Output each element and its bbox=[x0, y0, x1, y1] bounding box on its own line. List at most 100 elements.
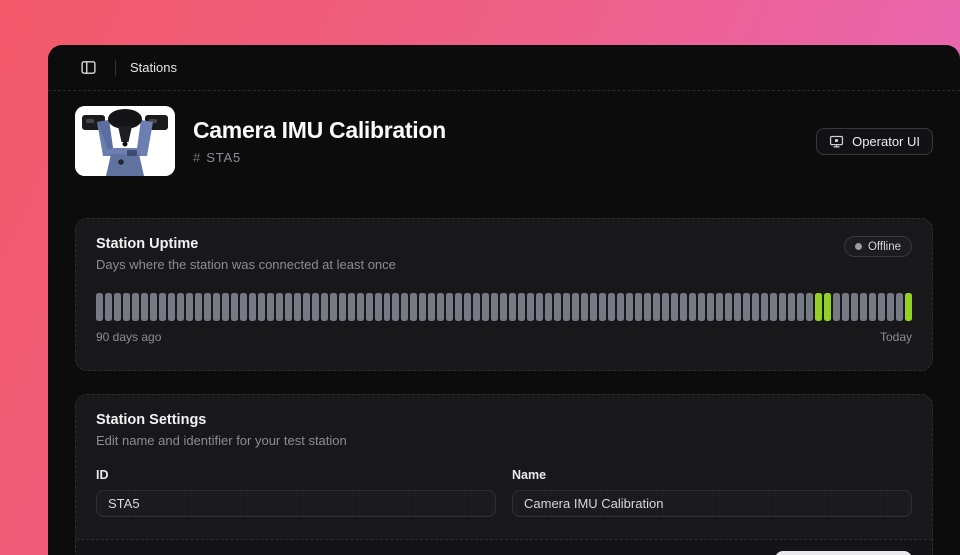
uptime-day-bar bbox=[276, 293, 283, 321]
settings-card-footer: Display information only. Stations are i… bbox=[76, 539, 932, 555]
page-header: Camera IMU Calibration # STA5 Operator U… bbox=[48, 91, 960, 176]
sidebar-toggle-button[interactable] bbox=[75, 55, 101, 81]
id-field[interactable] bbox=[96, 490, 496, 517]
status-label: Offline bbox=[868, 241, 901, 253]
name-field-label: Name bbox=[512, 468, 912, 482]
uptime-day-bar bbox=[375, 293, 382, 321]
uptime-day-bar bbox=[563, 293, 570, 321]
uptime-day-bar bbox=[249, 293, 256, 321]
uptime-axis-labels: 90 days ago Today bbox=[96, 330, 912, 370]
station-photo bbox=[75, 106, 175, 176]
uptime-day-bar bbox=[195, 293, 202, 321]
uptime-day-bar bbox=[384, 293, 391, 321]
uptime-day-bar bbox=[240, 293, 247, 321]
uptime-day-bar bbox=[608, 293, 615, 321]
uptime-day-bar bbox=[590, 293, 597, 321]
uptime-day-bar bbox=[204, 293, 211, 321]
uptime-day-bar bbox=[357, 293, 364, 321]
uptime-day-bar bbox=[851, 293, 858, 321]
uptime-day-bar bbox=[186, 293, 193, 321]
uptime-day-bar bbox=[653, 293, 660, 321]
uptime-day-bar bbox=[123, 293, 130, 321]
uptime-day-bar bbox=[392, 293, 399, 321]
uptime-day-bar bbox=[401, 293, 408, 321]
uptime-day-bar bbox=[518, 293, 525, 321]
hash-icon: # bbox=[193, 150, 200, 165]
uptime-day-bar bbox=[222, 293, 229, 321]
uptime-day-bar bbox=[716, 293, 723, 321]
uptime-day-bar bbox=[671, 293, 678, 321]
uptime-day-bar bbox=[536, 293, 543, 321]
uptime-day-bar bbox=[410, 293, 417, 321]
uptime-day-bar bbox=[473, 293, 480, 321]
uptime-card-title: Station Uptime bbox=[96, 236, 396, 252]
id-field-label: ID bbox=[96, 468, 496, 482]
uptime-card-titles: Station Uptime Days where the station wa… bbox=[96, 236, 396, 272]
uptime-day-bar bbox=[860, 293, 867, 321]
uptime-day-bar bbox=[581, 293, 588, 321]
uptime-day-bar bbox=[887, 293, 894, 321]
breadcrumb[interactable]: Stations bbox=[130, 60, 177, 75]
uptime-day-bar bbox=[680, 293, 687, 321]
uptime-day-bar bbox=[312, 293, 319, 321]
uptime-day-bar bbox=[698, 293, 705, 321]
uptime-day-bar bbox=[842, 293, 849, 321]
uptime-day-bar bbox=[527, 293, 534, 321]
uptime-day-bar bbox=[132, 293, 139, 321]
uptime-day-bar bbox=[285, 293, 292, 321]
top-bar: Stations bbox=[48, 45, 960, 91]
uptime-day-bar bbox=[545, 293, 552, 321]
name-field[interactable] bbox=[512, 490, 912, 517]
uptime-day-bar bbox=[662, 293, 669, 321]
uptime-card-header: Station Uptime Days where the station wa… bbox=[76, 219, 932, 272]
app-window: Stations Camera IMU Calibration bbox=[48, 45, 960, 555]
settings-card-titles: Station Settings Edit name and identifie… bbox=[96, 412, 347, 448]
uptime-day-bar bbox=[482, 293, 489, 321]
uptime-day-bar bbox=[617, 293, 624, 321]
uptime-day-bar bbox=[105, 293, 112, 321]
station-id: STA5 bbox=[206, 150, 241, 165]
uptime-day-bar bbox=[321, 293, 328, 321]
name-field-group: Name bbox=[512, 468, 912, 517]
station-code: # STA5 bbox=[193, 150, 798, 165]
operator-ui-label: Operator UI bbox=[852, 134, 920, 149]
uptime-day-bar bbox=[491, 293, 498, 321]
uptime-day-bar bbox=[869, 293, 876, 321]
uptime-day-bar bbox=[141, 293, 148, 321]
uptime-day-bar bbox=[725, 293, 732, 321]
settings-card-title: Station Settings bbox=[96, 412, 347, 428]
status-badge: Offline bbox=[844, 236, 912, 257]
uptime-day-bar bbox=[339, 293, 346, 321]
uptime-day-bar bbox=[905, 293, 912, 321]
uptime-bar-chart bbox=[96, 293, 912, 321]
uptime-day-bar bbox=[761, 293, 768, 321]
uptime-card-subtitle: Days where the station was connected at … bbox=[96, 257, 396, 272]
uptime-day-bar bbox=[644, 293, 651, 321]
uptime-day-bar bbox=[572, 293, 579, 321]
settings-form: ID Name bbox=[76, 448, 932, 539]
status-dot-icon bbox=[855, 243, 862, 250]
uptime-day-bar bbox=[554, 293, 561, 321]
uptime-day-bar bbox=[294, 293, 301, 321]
uptime-day-bar bbox=[177, 293, 184, 321]
uptime-day-bar bbox=[770, 293, 777, 321]
uptime-day-bar bbox=[500, 293, 507, 321]
divider bbox=[115, 60, 116, 76]
id-field-group: ID bbox=[96, 468, 496, 517]
save-changes-button[interactable]: Save Changes bbox=[775, 551, 912, 555]
uptime-day-bar bbox=[437, 293, 444, 321]
header-text: Camera IMU Calibration # STA5 bbox=[193, 117, 798, 165]
uptime-day-bar bbox=[348, 293, 355, 321]
station-uptime-card: Station Uptime Days where the station wa… bbox=[75, 218, 933, 371]
operator-ui-button[interactable]: Operator UI bbox=[816, 128, 933, 155]
uptime-day-bar bbox=[213, 293, 220, 321]
uptime-day-bar bbox=[626, 293, 633, 321]
page-title: Camera IMU Calibration bbox=[193, 117, 798, 144]
uptime-day-bar bbox=[815, 293, 822, 321]
uptime-day-bar bbox=[788, 293, 795, 321]
uptime-day-bar bbox=[168, 293, 175, 321]
station-settings-card: Station Settings Edit name and identifie… bbox=[75, 394, 933, 555]
uptime-day-bar bbox=[303, 293, 310, 321]
station-rig-illustration bbox=[75, 106, 175, 176]
uptime-day-bar bbox=[779, 293, 786, 321]
